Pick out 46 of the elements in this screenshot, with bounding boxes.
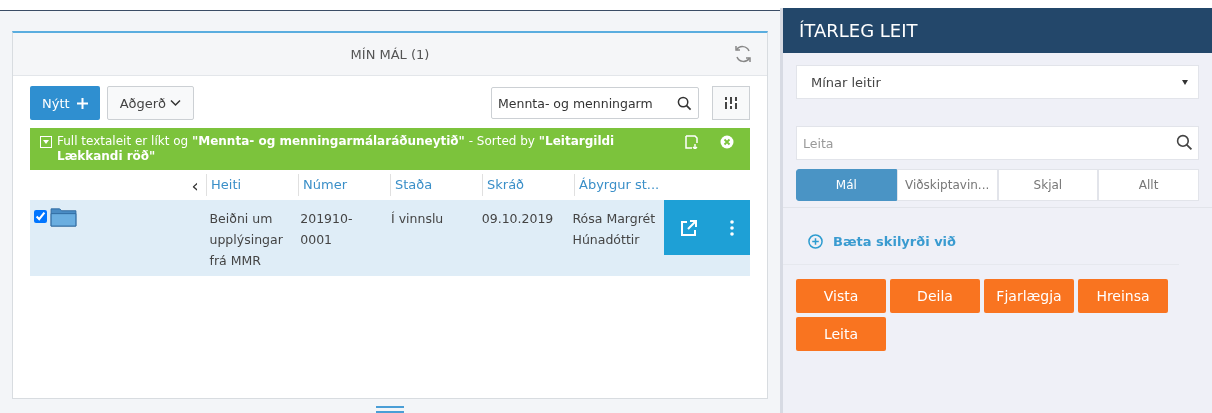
column-header[interactable]: Ábyrgur st...	[574, 174, 679, 196]
table-cell-text: 09.10.2019	[480, 210, 555, 228]
column-header[interactable]: Skráð	[482, 174, 574, 196]
open-external-icon[interactable]	[680, 219, 697, 236]
table-cell-text: Í vinnslu	[390, 210, 445, 228]
search-icon	[677, 96, 692, 111]
folder-icon	[50, 206, 77, 227]
plus-icon	[76, 97, 88, 109]
search-icon	[1176, 134, 1193, 151]
search-field[interactable]: Leita	[796, 126, 1199, 160]
row-checkbox[interactable]	[34, 210, 47, 223]
action-button[interactable]: Fjarlægja	[984, 279, 1074, 313]
save-filter-icon[interactable]	[685, 135, 699, 149]
refresh-icon[interactable]	[733, 44, 753, 64]
add-icon[interactable]	[808, 233, 823, 249]
search-field[interactable]: Mennta- og menningarm	[491, 87, 699, 119]
column-settings-button[interactable]	[712, 86, 750, 120]
close-icon[interactable]	[720, 135, 734, 149]
filter-description: Full textaleit er líkt og "Mennta- og menningarmálaráðuneytið" - Sorted by "Leitargildi Lækkandi röð"	[57, 134, 616, 164]
tab[interactable]: Skjal	[997, 169, 1099, 201]
action-button[interactable]: Deila	[890, 279, 980, 313]
panel-title: ÍTARLEG LEIT	[799, 20, 918, 41]
action-button[interactable]: Vista	[796, 279, 886, 313]
action-button[interactable]: Hreinsa	[1078, 279, 1168, 313]
column-header[interactable]: Heiti	[206, 174, 298, 196]
table-cell-text: 201910-0001	[299, 210, 354, 249]
scroll-left-button[interactable]: ‹	[188, 174, 202, 196]
add-condition-link[interactable]: Bæta skilyrði við	[833, 233, 956, 249]
panel-title: MÍN MÁL (1)	[350, 46, 430, 62]
action-dropdown[interactable]: Aðgerð	[106, 86, 195, 120]
column-header[interactable]: Staða	[390, 174, 482, 196]
new-button[interactable]: Nýtt	[30, 86, 100, 120]
caret-icon	[1182, 79, 1188, 85]
tab[interactable]: Allt	[1098, 169, 1199, 201]
table-cell-text: Rósa Margrét Húnadóttir	[571, 210, 657, 249]
filter-icon	[40, 136, 52, 148]
action-button[interactable]: Leita	[796, 317, 886, 351]
more-icon[interactable]	[729, 219, 734, 236]
tab[interactable]: Viðskiptavin...	[896, 169, 998, 201]
resize-handle[interactable]	[376, 406, 404, 413]
columns-icon	[723, 95, 739, 111]
saved-searches-dropdown[interactable]: Mínar leitir	[796, 65, 1199, 99]
chevron-down-icon	[170, 99, 182, 107]
table-cell-text: Beiðni um upplýsingar frá MMR	[208, 210, 284, 270]
tab[interactable]: Mál	[796, 169, 897, 201]
column-header[interactable]: Númer	[298, 174, 390, 196]
